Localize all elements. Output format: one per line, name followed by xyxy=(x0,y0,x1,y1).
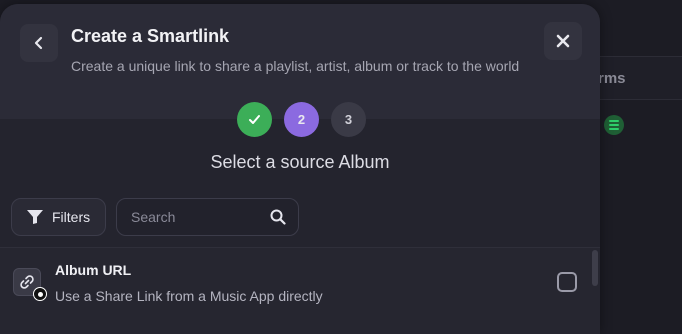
close-icon xyxy=(556,34,570,48)
modal-title: Create a Smartlink xyxy=(71,26,230,46)
check-icon xyxy=(249,115,260,124)
step-3-pending: 3 xyxy=(331,102,366,137)
step-1-complete xyxy=(237,102,272,137)
spotify-icon xyxy=(604,115,624,135)
close-button[interactable] xyxy=(544,22,582,60)
search-input[interactable] xyxy=(129,208,270,226)
back-button[interactable] xyxy=(20,24,58,62)
source-list: Album URL Use a Share Link from a Music … xyxy=(0,247,600,334)
filters-label: Filters xyxy=(52,209,91,225)
filter-icon xyxy=(27,210,43,224)
list-item-album-url[interactable]: Album URL Use a Share Link from a Music … xyxy=(0,248,588,314)
step-2-active: 2 xyxy=(284,102,319,137)
chevron-left-icon xyxy=(34,36,43,50)
filters-button[interactable]: Filters xyxy=(11,198,106,236)
section-title: Select a source Album xyxy=(210,152,390,172)
list-item-description: Use a Share Link from a Music App direct… xyxy=(55,288,323,304)
search-box[interactable] xyxy=(116,198,299,236)
step-indicator: 2 3 xyxy=(237,102,366,137)
background-column-header: rms xyxy=(598,70,626,87)
list-item-checkbox[interactable] xyxy=(557,272,577,292)
music-note-badge-icon xyxy=(33,287,47,301)
modal-subtitle: Create a unique link to share a playlist… xyxy=(71,58,520,74)
scrollbar[interactable] xyxy=(592,250,598,286)
create-smartlink-modal: Create a Smartlink Create a unique link … xyxy=(0,4,600,334)
search-icon[interactable] xyxy=(270,209,286,225)
list-item-title: Album URL xyxy=(55,262,132,278)
